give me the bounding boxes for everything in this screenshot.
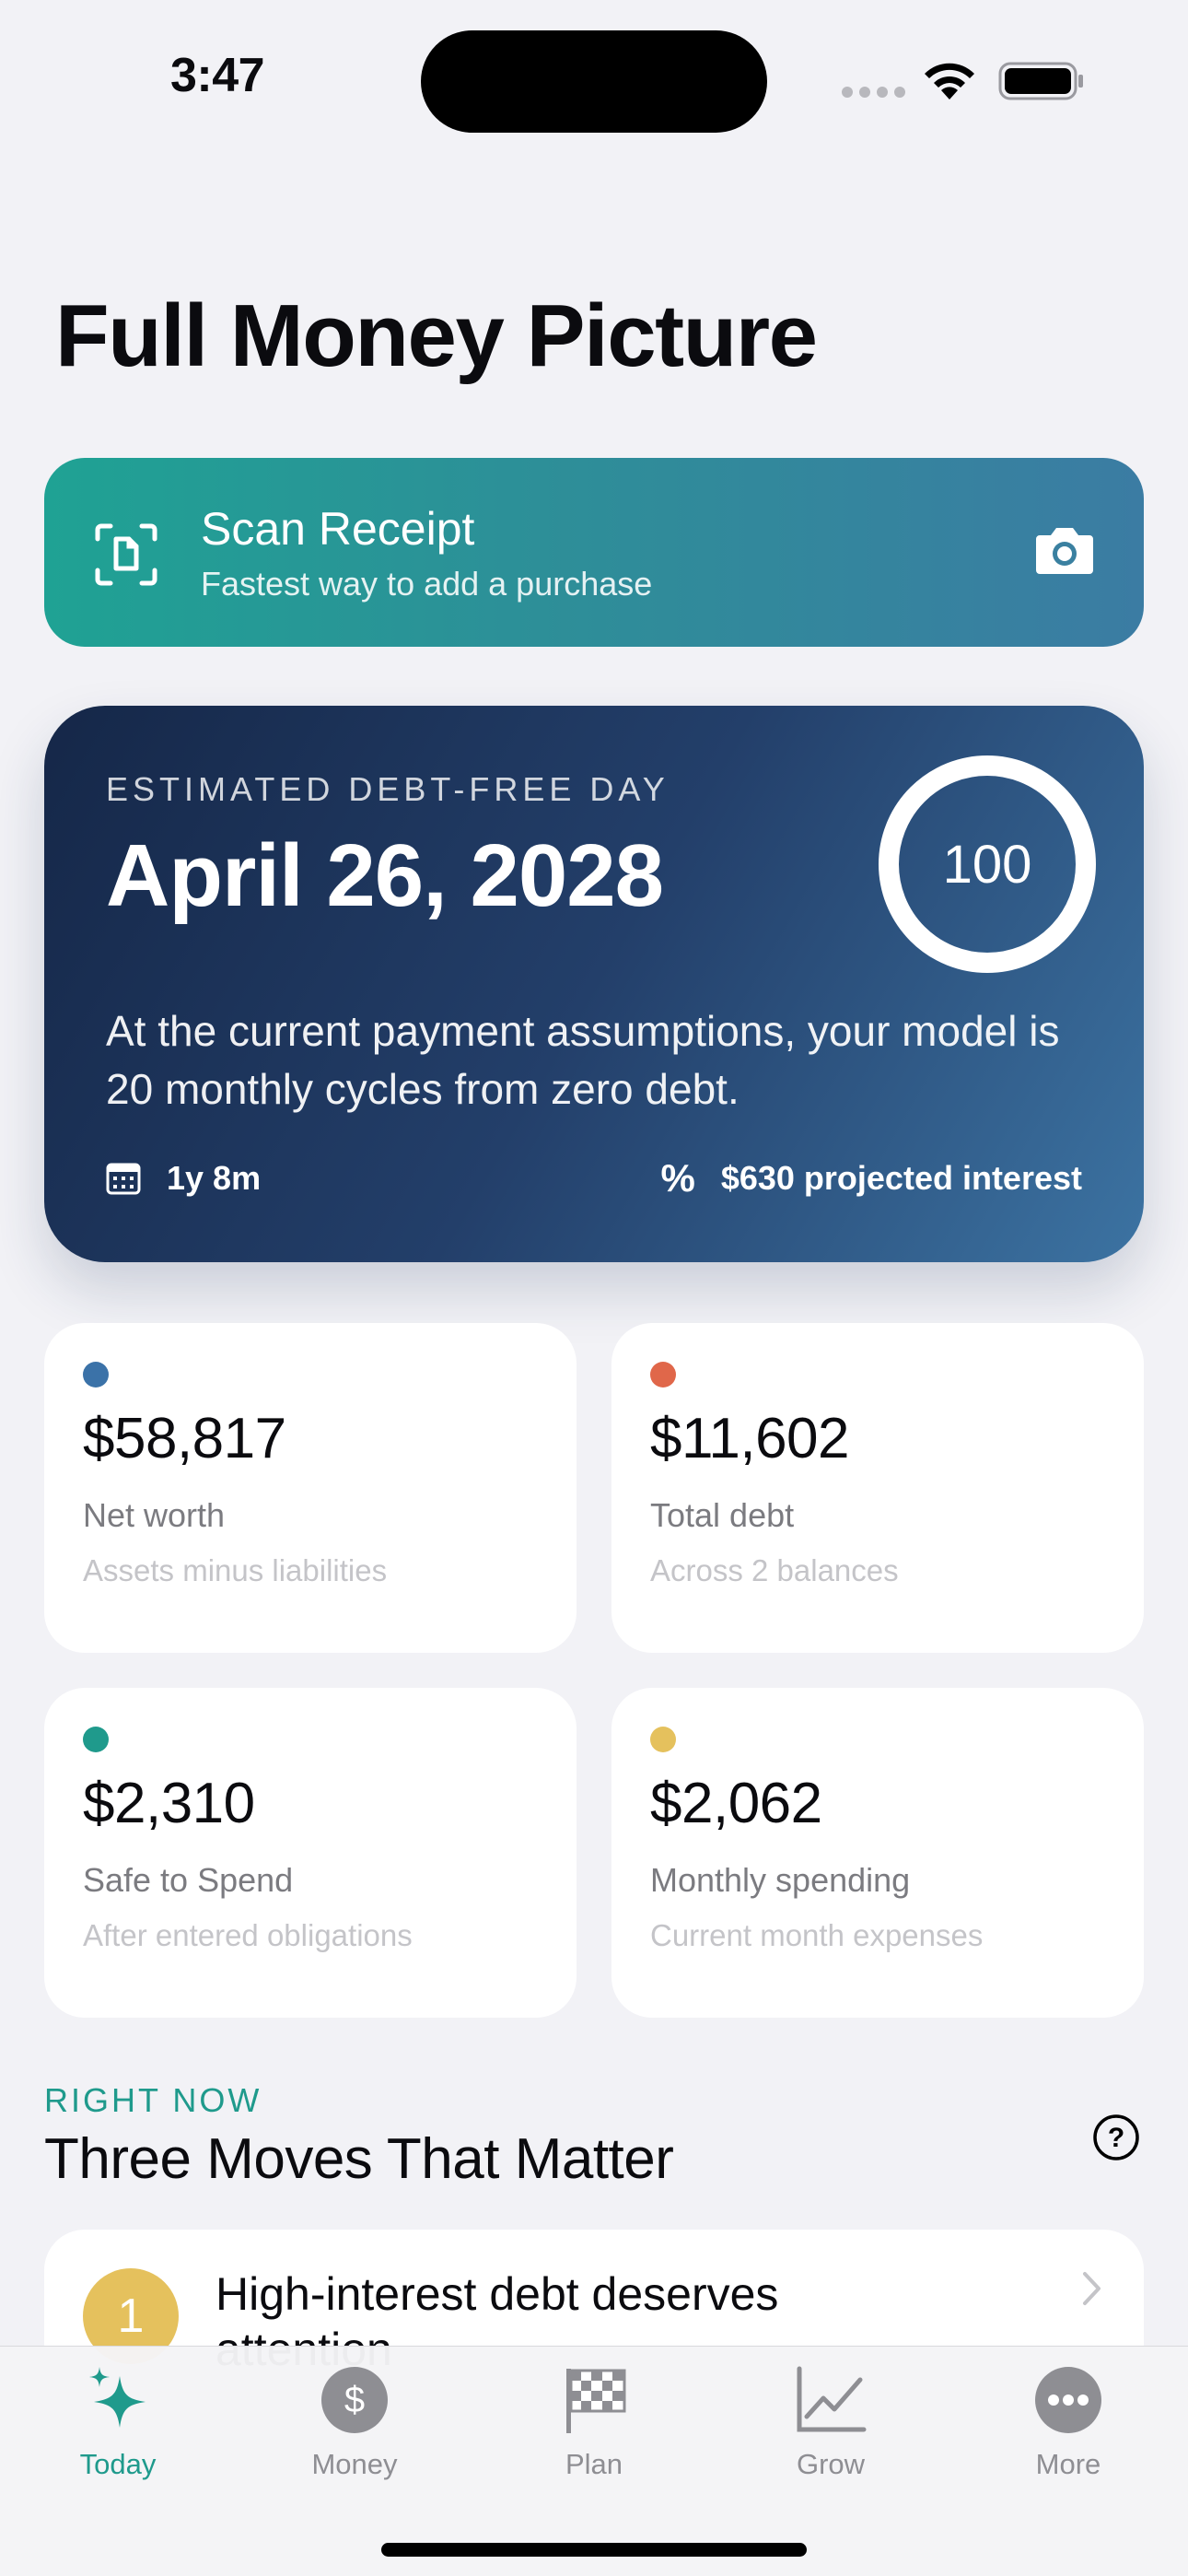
section-kicker: RIGHT NOW [44,2081,262,2119]
svg-text:?: ? [1108,2123,1124,2153]
camera-icon [1036,528,1093,574]
scan-receipt-title: Scan Receipt [201,503,475,555]
debt-score-ring: 100 [879,755,1096,973]
tab-bar: Today $ Money Plan Grow More [0,2346,1188,2576]
help-icon[interactable]: ? [1092,2113,1140,2161]
metric-subtitle: Current month expenses [650,1918,984,1952]
home-indicator [381,2543,807,2557]
metric-value: $2,310 [83,1772,255,1835]
metric-card-monthly-spending[interactable]: $2,062 Monthly spending Current month ex… [611,1688,1144,2018]
metric-label: Total debt [650,1496,795,1534]
metric-card-net-worth[interactable]: $58,817 Net worth Assets minus liabiliti… [44,1323,577,1653]
checkered-flag-icon [566,2369,626,2433]
debt-free-kicker: ESTIMATED DEBT-FREE DAY [106,770,670,808]
sparkles-icon [89,2367,146,2428]
metric-label: Net worth [83,1496,226,1534]
metric-subtitle: Assets minus liabilities [83,1553,388,1587]
projected-interest: $630 projected interest [720,1159,1082,1197]
metric-value: $58,817 [83,1407,286,1470]
debt-free-date: April 26, 2028 [106,826,664,925]
metric-color-dot [83,1362,109,1388]
metric-card-total-debt[interactable]: $11,602 Total debt Across 2 balances [611,1323,1144,1653]
tab-label: Plan [565,2448,623,2480]
metric-color-dot [650,1727,676,1752]
metric-label: Safe to Spend [83,1861,294,1899]
status-bar: 3:47 [0,0,1188,147]
scan-receipt-button[interactable]: Scan Receipt Fastest way to add a purcha… [44,458,1144,647]
section-title: Three Moves That Matter [44,2127,674,2191]
chevron-right-icon [1083,2272,1101,2305]
percent-icon: % [660,1156,695,1200]
tab-label: Grow [796,2448,866,2480]
tab-label: More [1035,2448,1101,2480]
tab-label: Money [311,2448,398,2480]
battery-icon [998,62,1083,100]
tab-today[interactable]: Today [44,2363,192,2511]
svg-text:$: $ [344,2380,365,2420]
tab-label: Today [79,2448,157,2480]
tab-grow[interactable]: Grow [757,2363,904,2511]
ellipsis-circle-icon [1035,2367,1101,2433]
tab-more[interactable]: More [995,2363,1142,2511]
scan-receipt-subtitle: Fastest way to add a purchase [201,565,653,603]
calendar-icon [106,1163,141,1195]
debt-free-duration: 1y 8m [167,1159,262,1197]
metric-subtitle: After entered obligations [83,1918,413,1952]
tab-money[interactable]: $ Money [281,2363,428,2511]
dollar-circle-icon: $ [321,2367,388,2433]
dynamic-island [421,30,767,133]
metric-color-dot [83,1727,109,1752]
metric-value: $11,602 [650,1407,850,1470]
document-scan-icon [95,523,157,586]
metric-subtitle: Across 2 balances [650,1553,899,1587]
cellular-signal-icon [842,87,905,98]
tab-plan[interactable]: Plan [520,2363,668,2511]
metric-label: Monthly spending [650,1861,911,1899]
metric-value: $2,062 [650,1772,822,1835]
chart-line-icon [797,2366,867,2432]
metric-card-safe-to-spend[interactable]: $2,310 Safe to Spend After entered oblig… [44,1688,577,2018]
debt-free-footer: 1y 8m % $630 projected interest [106,1155,1082,1201]
metric-color-dot [650,1362,676,1388]
debt-free-card[interactable]: ESTIMATED DEBT-FREE DAY April 26, 2028 1… [44,706,1144,1262]
wifi-icon [925,63,974,100]
status-time: 3:47 [170,49,265,102]
debt-free-description: At the current payment assumptions, your… [106,1007,1060,1113]
debt-score-value: 100 [942,834,1032,895]
page-title: Full Money Picture [55,287,818,385]
